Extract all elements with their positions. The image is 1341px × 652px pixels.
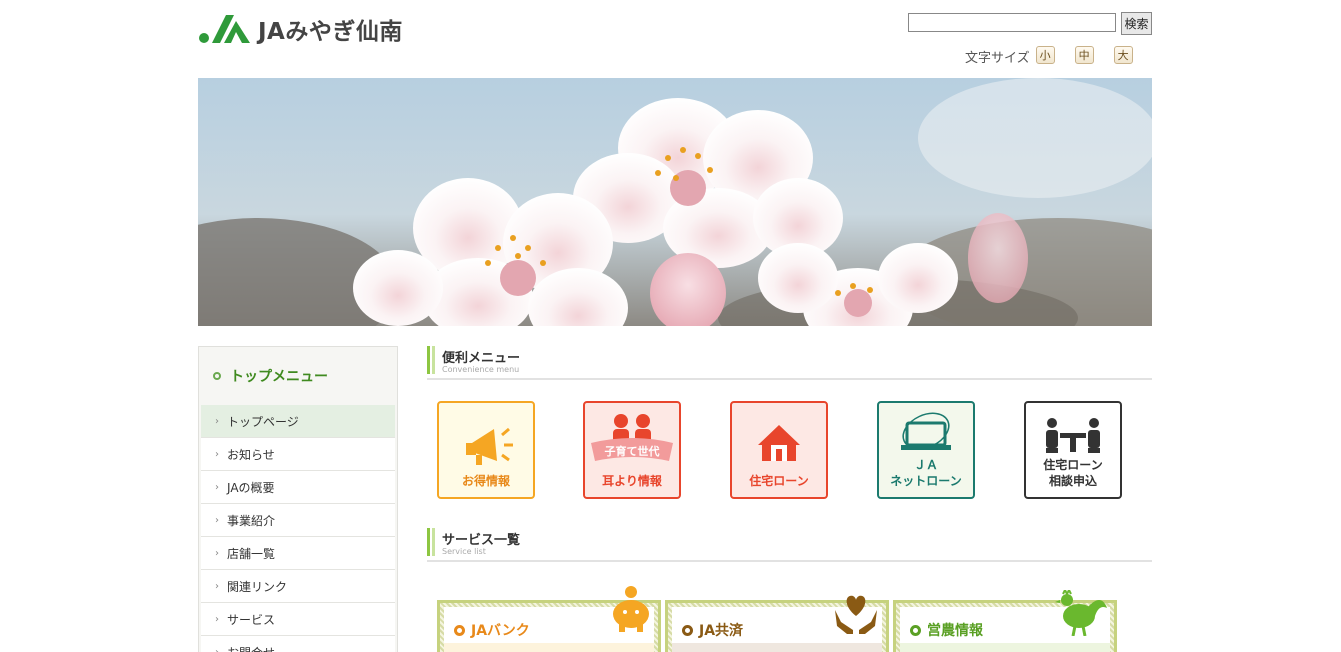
sidebar-item-label: トップページ [227,414,299,429]
tile-consultation-line1: 住宅ローン [1043,458,1103,472]
convenience-menu-subtitle: Convenience menu [442,365,520,374]
font-size-label: 文字サイズ [965,51,1030,66]
sidebar-item-top-page[interactable]: › トップページ [201,405,395,438]
tile-consultation-line2: 相談申込 [1048,474,1097,488]
heart-hands-icon [835,595,877,634]
service-tab-label: JAバンク [471,623,530,639]
sidebar-item-label: JAの概要 [227,480,275,495]
service-tab-band [900,643,1110,652]
sidebar-list: › トップページ › お知らせ › JAの概要 › 事業紹介 › 店舗一覧 › 関連リンク … [201,405,395,652]
font-size-medium-button[interactable]: 中 [1074,45,1094,64]
service-list-heading: サービス一覧 Service list [427,528,1152,562]
sidebar-item-label: 事業紹介 [227,513,276,528]
tile-deals-label: お得情報 [461,474,510,488]
circle-bullet-icon [454,624,465,636]
tile-housing-loan-label: 住宅ローン [749,474,809,488]
chevron-right-icon: › [215,547,219,559]
sidebar-item-label: 関連リンク [227,579,288,594]
chevron-right-icon: › [215,481,219,493]
search-button[interactable]: 検索 [1121,12,1152,35]
convenience-menu-title: 便利メニュー [442,351,521,366]
tile-housing-loan-consultation[interactable]: 住宅ローン 相談申込 [1024,401,1122,499]
tile-parenting-badge: 子育て世代 [604,445,660,458]
tile-ja-net-loan-line1: ＪＡ [913,458,938,472]
tile-parenting-info[interactable]: 子育て世代 耳より情報 [583,401,681,499]
tile-ja-net-loan-line2: ネットローン [890,474,962,488]
sidebar-item-label: お問合せ [227,644,275,652]
rooster-icon [1055,590,1107,636]
service-list-title: サービス一覧 [442,533,521,548]
tile-ja-net-loan-label: ＪＡ ネットローン [879,457,973,489]
ja-logo-icon [199,15,250,43]
chevron-right-icon: › [215,514,219,526]
sidebar-item-news[interactable]: › お知らせ [201,438,395,471]
service-tab-label-wrap: JA共済 [682,620,743,640]
circle-bullet-icon [682,624,693,636]
sidebar-item-services[interactable]: › サービス [201,603,395,636]
font-size-large-button[interactable]: 大 [1113,45,1133,64]
font-size-small-button[interactable]: 小 [1035,45,1055,64]
font-size-control: 文字サイズ 小 中 大 [965,43,1153,66]
chevron-right-icon: › [215,580,219,592]
sidebar-title: トップメニュー [230,369,328,385]
search-input[interactable] [908,13,1116,32]
tile-consultation-label: 住宅ローン 相談申込 [1026,457,1120,489]
tile-housing-loan[interactable]: 住宅ローン [730,401,828,499]
tile-parenting-label: 耳より情報 [602,474,662,488]
tile-ja-net-loan[interactable]: ＪＡ ネットローン [877,401,975,499]
chevron-right-icon: › [215,613,219,625]
convenience-menu-heading: 便利メニュー Convenience menu [427,346,1152,380]
search-form: 検索 [908,12,1152,35]
sidebar-menu: トップメニュー › トップページ › お知らせ › JAの概要 › 事業紹介 › 店舗一覧… [198,346,398,652]
heading-bar [432,346,435,374]
service-tab-label: JA共済 [699,623,744,639]
hero-banner-image [198,78,1152,326]
chevron-right-icon: › [215,448,219,460]
piggy-bank-icon [613,586,649,632]
circle-bullet-icon [910,624,921,636]
service-tab-band [672,643,882,652]
sidebar-item-business[interactable]: › 事業紹介 [201,504,395,537]
logo-text: JAみやぎ仙南 [258,19,403,45]
heading-bar [432,528,435,556]
chevron-right-icon: › [215,646,219,652]
sidebar-item-about[interactable]: › JAの概要 [201,471,395,504]
sidebar-item-label: サービス [227,612,276,627]
service-tab-label-wrap: JAバンク [454,620,530,640]
service-tab-label: 営農情報 [927,623,983,639]
service-tab-label-wrap: 営農情報 [910,620,983,640]
heading-bar [427,346,430,374]
site-logo[interactable]: JAみやぎ仙南 [198,12,403,46]
sidebar-header: トップメニュー [199,347,397,405]
sidebar-item-branches[interactable]: › 店舗一覧 [201,537,395,570]
chevron-right-icon: › [215,415,219,427]
service-list-subtitle: Service list [442,547,486,556]
sidebar-item-links[interactable]: › 関連リンク [201,570,395,603]
service-tab-band [444,643,654,652]
sidebar-item-label: お知らせ [227,447,275,462]
heading-bar [427,528,430,556]
sidebar-item-contact[interactable]: › お問合せ [201,636,395,652]
circle-bullet-icon [213,372,221,380]
sidebar-item-label: 店舗一覧 [227,546,276,561]
tile-deals[interactable]: お得情報 [437,401,535,499]
